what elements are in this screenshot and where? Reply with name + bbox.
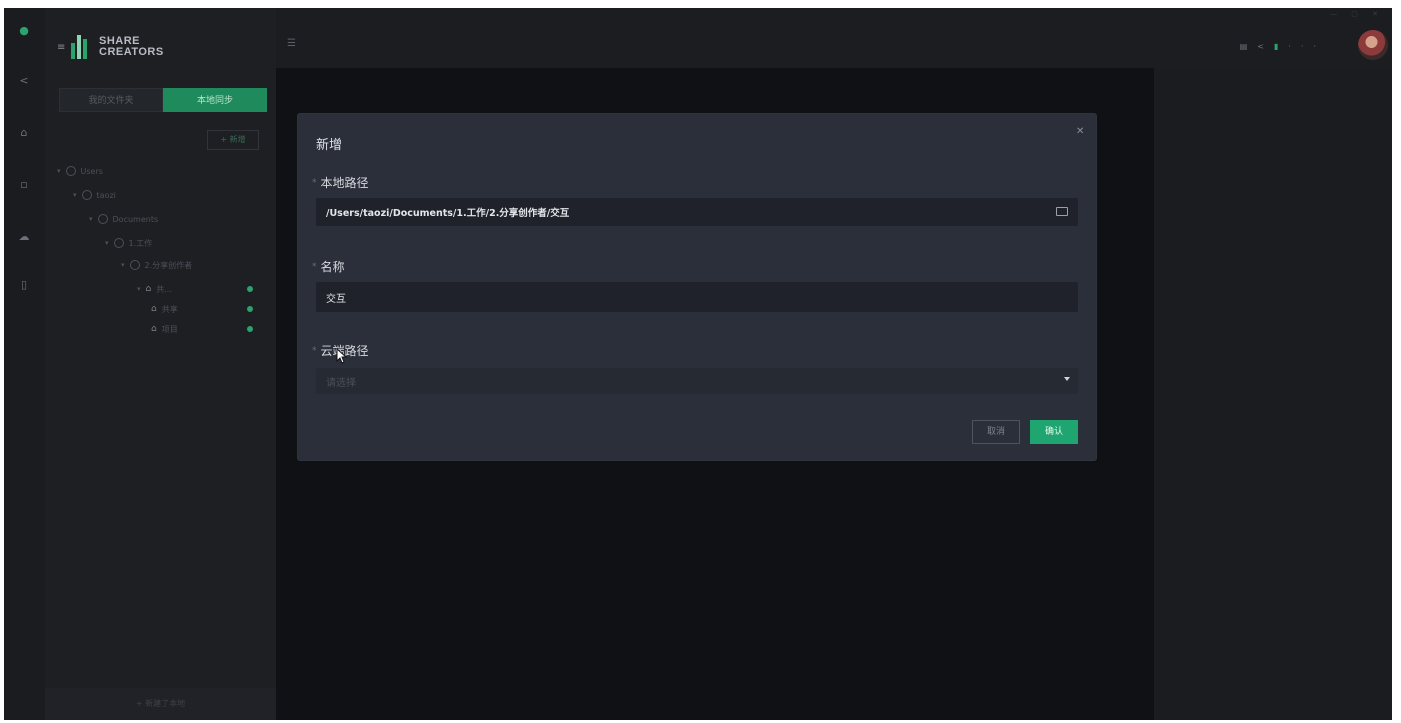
required-mark: * <box>312 262 317 272</box>
sync-status-dot <box>247 286 253 292</box>
file-panel: ≡ SHARE CREATORS 我的文件夹 本地同步 + 新增 ▾ Users … <box>45 8 276 720</box>
home-icon[interactable]: ⌂ <box>17 126 31 140</box>
folder-icon <box>81 190 92 200</box>
sync-home-icon: ⌂ <box>151 304 157 314</box>
folder-icon <box>129 260 140 270</box>
dot-icon[interactable]: · <box>1313 42 1316 51</box>
tree-row[interactable]: ▾ Documents <box>89 212 158 226</box>
icon-rail: ● < ⌂ ▫ ☁ ▯ <box>4 8 45 720</box>
tree-row[interactable]: ▾ taozi <box>73 188 116 202</box>
tree-row[interactable]: ▾ ⌂ 共... <box>137 282 172 296</box>
mouse-cursor-icon <box>336 348 348 364</box>
new-sync-dialog: 新增 ✕ * 本地路径 /Users/taozi/Documents/1.工作/2… <box>298 114 1096 460</box>
name-label: * 名称 <box>312 258 345 275</box>
local-path-field[interactable]: /Users/taozi/Documents/1.工作/2.分享创作者/交互 <box>316 198 1078 226</box>
required-mark: * <box>312 346 317 356</box>
avatar[interactable] <box>1358 30 1388 60</box>
cancel-button[interactable]: 取消 <box>972 420 1020 444</box>
new-sync-button[interactable]: + 新增 <box>207 130 259 150</box>
name-field[interactable] <box>316 282 1078 312</box>
grid-icon[interactable]: ▤ <box>1240 42 1248 51</box>
top-icons: ▤ < ▮ · · · <box>1240 42 1316 51</box>
name-label-text: 名称 <box>320 260 345 274</box>
caret-down-icon: ▾ <box>121 261 125 269</box>
local-path-label-text: 本地路径 <box>320 176 369 190</box>
dot-icon[interactable]: · <box>1301 42 1304 51</box>
brand: ≡ SHARE CREATORS <box>57 32 164 62</box>
caret-down-icon: ▾ <box>73 191 77 199</box>
brand-name: SHARE CREATORS <box>99 36 164 58</box>
tree-row[interactable]: ▾ 2.分享创作者 <box>121 258 192 272</box>
cloud-path-placeholder: 请选择 <box>326 377 356 389</box>
tab-my-folders[interactable]: 我的文件夹 <box>59 88 163 112</box>
tree-row-label: 共享 <box>161 304 178 314</box>
brand-logo-icon <box>71 35 93 59</box>
caret-down-icon: ▾ <box>89 215 93 223</box>
tree-row[interactable]: ⌂ 项目 <box>151 322 178 336</box>
sync-status-dot <box>247 306 253 312</box>
tree-row[interactable]: ▾ 1.工作 <box>105 236 152 250</box>
cloud-path-select[interactable]: 请选择 <box>316 368 1078 394</box>
tab-local-sync[interactable]: 本地同步 <box>163 88 267 112</box>
sync-home-icon: ⌂ <box>145 284 152 294</box>
folder-icon <box>97 214 108 224</box>
sync-home-icon: ⌂ <box>151 324 157 334</box>
required-mark: * <box>312 178 317 188</box>
caret-down-icon: ▾ <box>137 285 141 293</box>
local-path-value: /Users/taozi/Documents/1.工作/2.分享创作者/交互 <box>326 208 570 219</box>
chevron-down-icon[interactable] <box>1064 377 1070 381</box>
tree-row-label: 1.工作 <box>128 238 153 248</box>
green-bolt-icon[interactable]: ▮ <box>1274 42 1278 51</box>
panel-footer[interactable]: + 新建了本地 <box>45 688 276 720</box>
window-controls: — ▢ ✕ <box>1330 10 1384 18</box>
tree-row-label: 项目 <box>161 324 178 334</box>
menu-icon[interactable]: ≡ <box>57 42 65 53</box>
list-icon[interactable]: ☰ <box>287 38 296 49</box>
panel-tabs: 我的文件夹 本地同步 <box>59 88 267 112</box>
share-icon[interactable]: < <box>17 74 31 88</box>
app-logo-icon: ● <box>19 24 29 37</box>
app-window: ● < ⌂ ▫ ☁ ▯ ≡ SHARE CREATORS 我的文件夹 本地同步 … <box>4 8 1392 720</box>
top-bar: ☰ — ▢ ✕ ▤ < ▮ · · · <box>276 8 1392 68</box>
cloud-icon[interactable]: ☁ <box>17 230 31 244</box>
tree-row-label: taozi <box>96 190 116 200</box>
close-icon[interactable]: ✕ <box>1076 126 1084 137</box>
folder-icon[interactable] <box>1056 207 1068 216</box>
dialog-title: 新增 <box>316 138 343 153</box>
caret-down-icon: ▾ <box>57 167 61 175</box>
tree-row-label: Users <box>80 166 103 176</box>
sync-status-dot <box>247 326 253 332</box>
confirm-button[interactable]: 确认 <box>1030 420 1078 444</box>
share-icon[interactable]: < <box>1257 42 1264 51</box>
document-icon[interactable]: ▫ <box>17 178 31 192</box>
tree-row-label: Documents <box>112 214 159 224</box>
folder-icon <box>65 166 76 176</box>
local-path-label: * 本地路径 <box>312 174 369 191</box>
folder-icon <box>113 238 124 248</box>
right-area <box>1154 68 1392 720</box>
tree-row[interactable]: ▾ Users <box>57 164 103 178</box>
trash-icon[interactable]: ▯ <box>17 278 31 292</box>
tree-row-label: 2.分享创作者 <box>144 260 193 270</box>
dot-icon[interactable]: · <box>1288 42 1291 51</box>
tree-row-label: 共... <box>156 284 172 294</box>
name-input[interactable] <box>326 291 1026 303</box>
brand-line-2: CREATORS <box>99 46 164 58</box>
caret-down-icon: ▾ <box>105 239 109 247</box>
tree-row[interactable]: ⌂ 共享 <box>151 302 178 316</box>
